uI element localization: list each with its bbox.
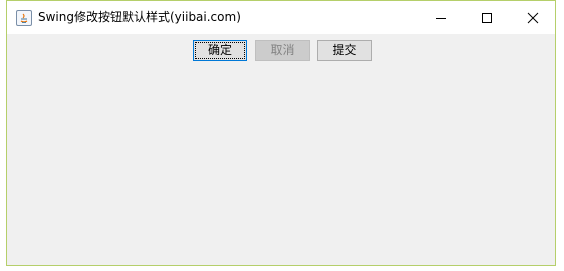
window-title: Swing修改按钮默认样式(yiibai.com) [38, 10, 241, 24]
app-window: Swing修改按钮默认样式(yiibai.com) 确定 取消 提交 [6, 0, 556, 266]
confirm-button[interactable]: 确定 [193, 40, 247, 61]
content-panel: 确定 取消 提交 [7, 34, 555, 265]
maximize-icon [482, 12, 492, 23]
minimize-icon [436, 17, 446, 19]
cancel-button-label: 取消 [270, 43, 295, 57]
maximize-button[interactable] [464, 1, 510, 34]
focus-indicator [195, 42, 245, 59]
title-bar[interactable]: Swing修改按钮默认样式(yiibai.com) [7, 1, 555, 34]
minimize-button[interactable] [418, 1, 464, 34]
close-icon [527, 12, 539, 23]
submit-button-label: 提交 [332, 43, 357, 57]
java-icon[interactable] [16, 10, 32, 26]
close-button[interactable] [510, 1, 556, 34]
submit-button[interactable]: 提交 [317, 40, 372, 61]
cancel-button: 取消 [255, 40, 310, 61]
